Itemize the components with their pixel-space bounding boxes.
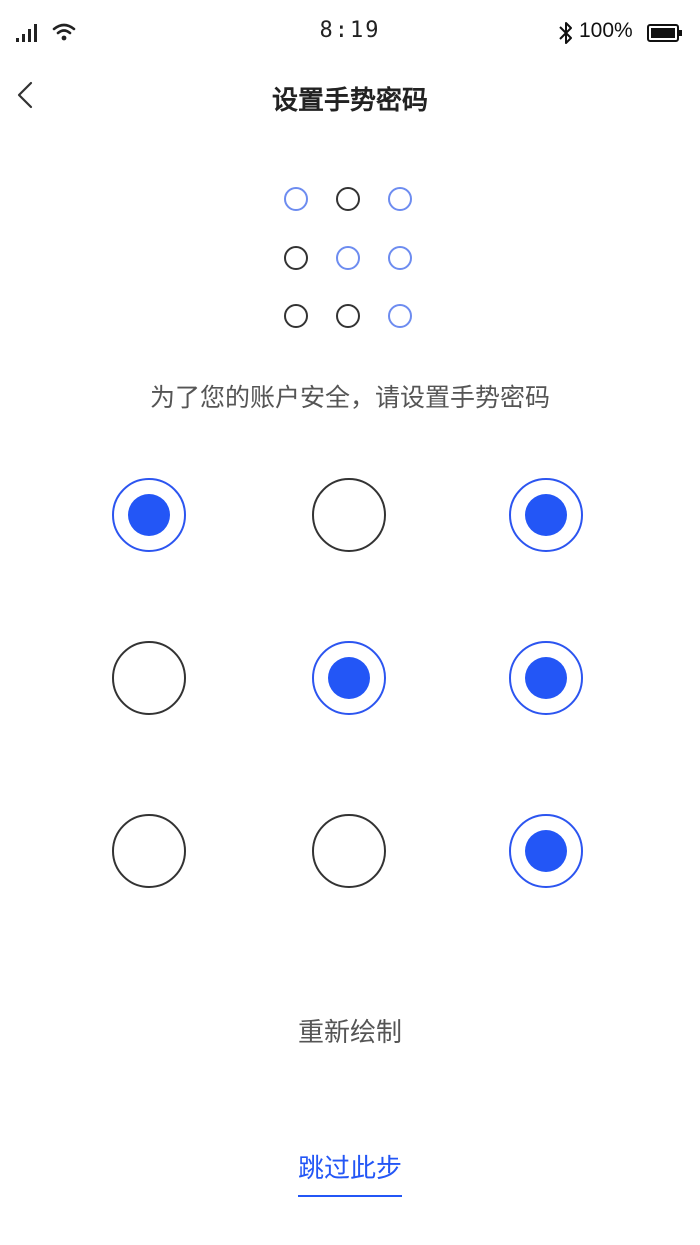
skip-row: 跳过此步 bbox=[0, 1148, 700, 1197]
preview-dot bbox=[388, 246, 412, 270]
bluetooth-icon bbox=[559, 22, 572, 44]
pattern-node[interactable] bbox=[112, 641, 186, 715]
redraw-row: 重新绘制 bbox=[0, 1012, 700, 1049]
battery-icon bbox=[647, 24, 682, 42]
pattern-node-core bbox=[525, 657, 567, 699]
pattern-node[interactable] bbox=[312, 641, 386, 715]
pattern-node-core bbox=[328, 657, 370, 699]
preview-dot bbox=[388, 187, 412, 211]
page-title: 设置手势密码 bbox=[271, 86, 428, 116]
pattern-node[interactable] bbox=[112, 814, 186, 888]
pattern-node[interactable] bbox=[509, 641, 583, 715]
pattern-node[interactable] bbox=[312, 478, 386, 552]
pattern-node[interactable] bbox=[509, 478, 583, 552]
preview-dot bbox=[284, 304, 308, 328]
preview-dot bbox=[284, 246, 308, 270]
preview-dot bbox=[284, 187, 308, 211]
status-bar: 8:19 100% bbox=[0, 0, 700, 66]
redraw-button[interactable]: 重新绘制 bbox=[298, 1018, 402, 1048]
preview-dot bbox=[336, 304, 360, 328]
preview-dot bbox=[336, 246, 360, 270]
pattern-node[interactable] bbox=[112, 478, 186, 552]
nav-bar: 设置手势密码 bbox=[0, 66, 700, 130]
pattern-node-core bbox=[525, 830, 567, 872]
pattern-preview bbox=[282, 184, 414, 332]
preview-dot bbox=[388, 304, 412, 328]
pattern-node[interactable] bbox=[312, 814, 386, 888]
preview-dot bbox=[336, 187, 360, 211]
battery-percentage: 100% bbox=[579, 19, 633, 42]
pattern-node-core bbox=[128, 494, 170, 536]
pattern-node[interactable] bbox=[509, 814, 583, 888]
pattern-node-core bbox=[525, 494, 567, 536]
instruction-text: 为了您的账户安全，请设置手势密码 bbox=[149, 383, 550, 412]
skip-step-link[interactable]: 跳过此步 bbox=[297, 1148, 402, 1197]
